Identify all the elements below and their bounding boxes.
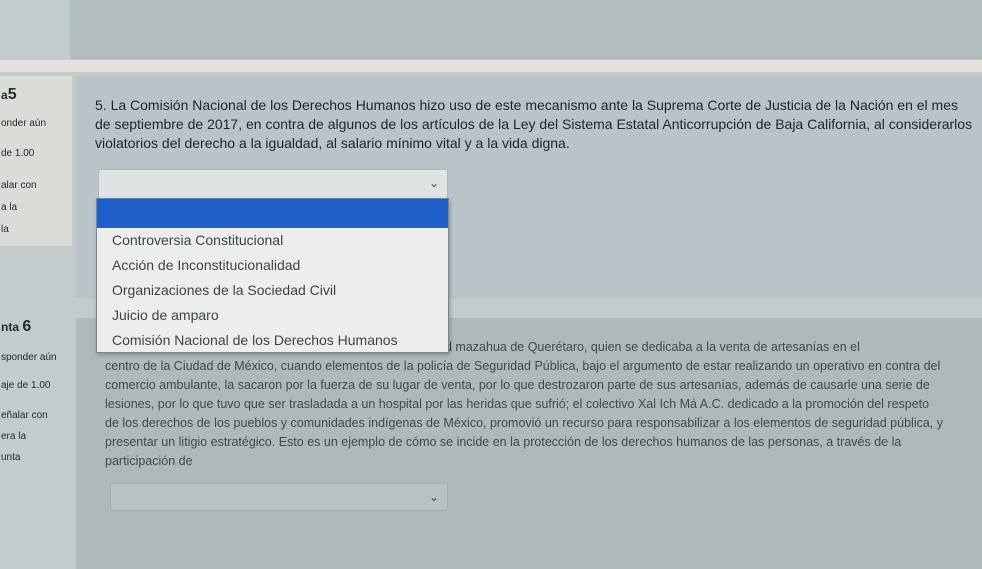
flag-question-5-line2[interactable]: a la [1,202,17,213]
question-6-info: nta 6 sponder aún aje de 1.00 eñalar con… [0,314,72,494]
dropdown-option-controversia[interactable]: Controversia Constitucional [97,228,448,253]
flag-question-6-line3[interactable]: unta [1,452,20,463]
question-6-points: aje de 1.00 [1,380,51,391]
flag-question-5-line3[interactable]: la [1,224,9,235]
page-band [0,60,982,72]
dropdown-option-empty-selected[interactable] [97,199,448,228]
question-5-text: 5. La Comisión Nacional de los Derechos … [95,97,973,151]
question-5-select[interactable]: ⌄ [98,169,448,199]
dropdown-option-organizaciones[interactable]: Organizaciones de la Sociedad Civil [97,278,448,303]
question-5-number: a5 [1,86,17,103]
question-6-text: d mazahua de Querétaro, quien se dedicab… [105,338,945,471]
flag-question-6-line2[interactable]: era la [1,431,26,442]
flag-question-5[interactable]: alar con [1,180,37,191]
question-5-points: de 1.00 [1,148,35,159]
flag-question-6[interactable]: eñalar con [1,410,48,421]
dropdown-option-comision[interactable]: Comisión Nacional de los Derechos Humano… [97,328,448,353]
chevron-down-icon: ⌄ [428,176,439,190]
previous-question-card [70,0,982,59]
question-5-dropdown-list: Controversia Constitucional Acción de In… [96,198,449,353]
question-6-text-rest: centro de la Ciudad de México, cuando el… [105,359,943,468]
chevron-down-icon: ⌄ [428,490,439,504]
question-6-select[interactable]: ⌄ [110,483,448,511]
dropdown-option-accion[interactable]: Acción de Inconstitucionalidad [97,253,448,278]
dropdown-option-juicio[interactable]: Juicio de amparo [97,303,448,328]
question-5-info: a5 onder aún de 1.00 alar con a la la [0,76,72,246]
question-6-status: sponder aún [1,352,57,363]
question-5-status: onder aún [1,118,47,129]
question-6-number: nta 6 [1,318,32,335]
